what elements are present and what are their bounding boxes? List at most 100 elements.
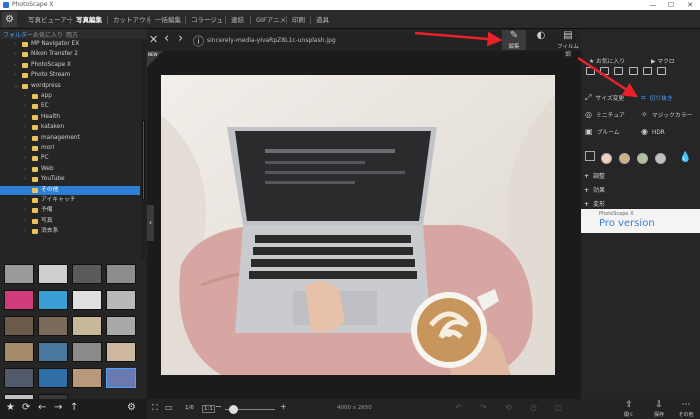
edit-tool[interactable]: ✎ 編集 <box>502 30 526 50</box>
tab-photo-editor[interactable]: 写真編集 <box>73 13 105 27</box>
expand-arrow-icon[interactable]: › <box>24 102 26 111</box>
folder-item[interactable]: › Photo Stream <box>0 71 140 80</box>
fit-screen-icon[interactable]: ⛶ <box>152 403 158 413</box>
settings-icon[interactable]: ⚙ <box>2 12 17 27</box>
folder-item[interactable]: › EC <box>0 102 140 111</box>
compare-icon[interactable]: ▭ <box>165 403 173 412</box>
tab-print[interactable]: 印刷 <box>289 13 308 27</box>
photo-thumbnail[interactable] <box>72 342 102 362</box>
tab-both[interactable]: 両方 <box>66 30 78 39</box>
photo-thumbnail[interactable] <box>4 290 34 310</box>
folder-scrollbar[interactable] <box>141 40 146 260</box>
photo-thumbnail[interactable] <box>4 368 34 388</box>
photo-thumbnail[interactable] <box>72 290 102 310</box>
refresh-icon[interactable]: ⟳ <box>22 402 30 413</box>
close-window-button[interactable]: ✕ <box>681 0 699 10</box>
settings-gear-icon[interactable]: ⚙ <box>127 402 136 413</box>
tone-swatch[interactable] <box>619 153 630 164</box>
resize-button[interactable]: ⤢ サイズ変更 <box>585 93 624 103</box>
rotate-right-icon[interactable] <box>600 67 610 75</box>
rotate-left-icon[interactable] <box>586 67 595 75</box>
straighten-icon[interactable] <box>628 67 638 75</box>
miniature-button[interactable]: ◎ ミニチュア <box>585 110 625 119</box>
expand-arrow-icon[interactable]: › <box>24 154 26 163</box>
photo-thumbnail[interactable] <box>38 316 68 336</box>
expand-arrow-icon[interactable]: › <box>24 206 26 215</box>
folder-item[interactable]: › YouTube <box>0 175 140 184</box>
tab-tools[interactable]: 道具 <box>313 13 332 27</box>
magic-color-button[interactable]: ✧ マジックカラー <box>641 110 692 119</box>
section-transform[interactable]: + 変形 <box>584 199 605 208</box>
open-button[interactable]: ⇧ 開く <box>617 400 641 419</box>
expand-arrow-icon[interactable]: › <box>14 61 16 70</box>
flip-icon[interactable] <box>614 67 624 75</box>
next-image-icon[interactable]: › <box>178 31 183 46</box>
folder-item[interactable]: › kataken <box>0 123 140 132</box>
folder-item[interactable]: › management <box>0 134 140 143</box>
folder-item[interactable]: › MP Navigator EX <box>0 40 140 49</box>
zoom-slider-knob[interactable] <box>229 405 238 414</box>
tab-collage[interactable]: コラージュ <box>188 13 226 27</box>
filter-grid-icon[interactable] <box>585 151 595 161</box>
fit-icon[interactable] <box>657 67 667 75</box>
expand-arrow-icon[interactable]: › <box>24 113 26 122</box>
photo-thumbnail[interactable] <box>38 290 68 310</box>
zoom-1to1-button[interactable]: 1:1 <box>202 405 215 413</box>
section-effects[interactable]: + 効果 <box>584 185 605 194</box>
photo-thumbnail[interactable] <box>4 264 34 284</box>
collapse-left-panel-button[interactable]: ‹ <box>147 205 154 241</box>
redo-icon[interactable]: ↷ <box>480 403 487 412</box>
photo-thumbnail[interactable] <box>4 316 34 336</box>
photo-canvas[interactable] <box>161 75 555 375</box>
folder-item[interactable]: › PC <box>0 154 140 163</box>
tab-folders[interactable]: フォルダー <box>3 30 33 39</box>
tone-swatch[interactable] <box>637 153 648 164</box>
zoom-in-icon[interactable]: + <box>280 402 287 411</box>
mirror-icon[interactable] <box>642 67 652 75</box>
expand-arrow-icon[interactable]: ⌄ <box>14 82 18 91</box>
tab-photo-viewer[interactable]: 写真ビューアー <box>25 13 76 27</box>
expand-arrow-icon[interactable]: › <box>24 134 26 143</box>
expand-arrow-icon[interactable]: › <box>24 144 26 153</box>
color-tool[interactable]: ◐ <box>529 30 553 50</box>
compare-original-icon[interactable]: ◫ <box>555 403 563 412</box>
folder-item[interactable]: › PhotoScape X <box>0 61 140 70</box>
macro-link[interactable]: ▶ マクロ <box>651 56 675 65</box>
photo-thumbnail[interactable] <box>4 342 34 362</box>
photo-thumbnail[interactable] <box>72 316 102 336</box>
forward-icon[interactable]: → <box>54 402 62 413</box>
scroll-thumb[interactable] <box>142 120 145 200</box>
photo-thumbnail[interactable] <box>72 368 102 388</box>
expand-arrow-icon[interactable]: › <box>14 50 16 59</box>
info-icon[interactable]: ⓘ <box>193 33 204 49</box>
photo-thumbnail[interactable] <box>38 264 68 284</box>
zoom-out-icon[interactable]: − <box>215 402 222 411</box>
folder-item[interactable]: › Nikon Transfer 2 <box>0 50 140 59</box>
save-button[interactable]: ⇩ 保存 <box>647 400 671 419</box>
folder-item[interactable]: › 消去系 <box>0 227 140 236</box>
history-icon[interactable]: ◷ <box>530 403 537 412</box>
undo-icon[interactable]: ↶ <box>455 403 462 412</box>
expand-arrow-icon[interactable]: › <box>24 165 26 174</box>
expand-arrow-icon[interactable]: › <box>14 71 16 80</box>
favorite-icon[interactable]: ★ <box>6 402 15 413</box>
folder-item[interactable]: › Web <box>0 165 140 174</box>
tone-swatch[interactable] <box>655 153 666 164</box>
crop-button[interactable]: ⌗ 切り抜き <box>641 93 673 103</box>
expand-arrow-icon[interactable]: › <box>24 217 26 226</box>
film-tool[interactable]: ▤ フィルム調 <box>556 30 580 58</box>
expand-arrow-icon[interactable]: › <box>24 196 26 205</box>
tab-favorites[interactable]: お気に入り <box>33 30 63 39</box>
folder-item[interactable]: › アイキャッチ <box>0 196 140 205</box>
photo-thumbnail[interactable] <box>106 368 136 388</box>
hdr-button[interactable]: ◉ HDR <box>641 127 665 136</box>
expand-arrow-icon[interactable]: › <box>24 175 26 184</box>
folder-item[interactable]: › 予備 <box>0 206 140 215</box>
pro-version-banner[interactable]: PhotoScape X Pro version <box>581 209 700 233</box>
folder-item[interactable]: › 写真 <box>0 217 140 226</box>
undo-all-icon[interactable]: ⟲ <box>505 403 512 412</box>
drop-icon[interactable]: 💧 <box>679 152 691 163</box>
up-icon[interactable]: ↑ <box>70 402 78 413</box>
photo-thumbnail[interactable] <box>106 264 136 284</box>
section-adjust[interactable]: + 調整 <box>584 171 605 180</box>
